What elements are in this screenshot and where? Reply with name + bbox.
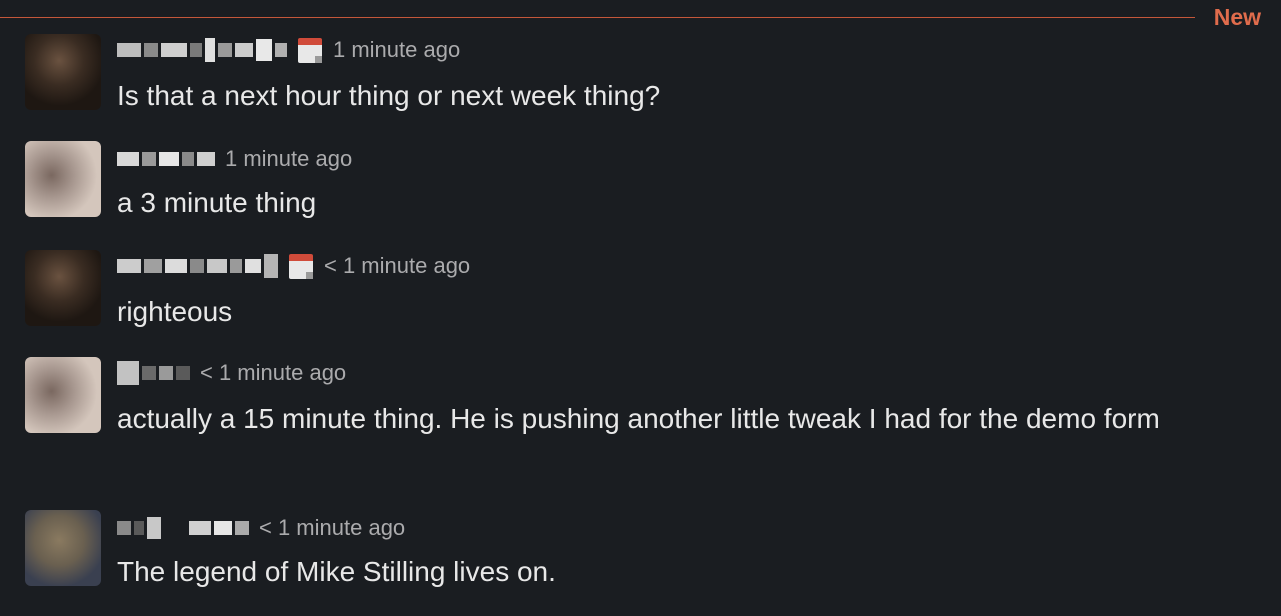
- avatar[interactable]: [25, 250, 101, 326]
- timestamp[interactable]: < 1 minute ago: [324, 253, 470, 279]
- message-header: 1 minute ago: [117, 34, 460, 66]
- avatar[interactable]: [25, 510, 101, 586]
- calendar-icon: [288, 252, 314, 280]
- sender-name-redacted[interactable]: [117, 254, 278, 278]
- sender-name-redacted[interactable]: [117, 361, 190, 385]
- message-item[interactable]: < 1 minute ago actually a 15 minute thin…: [25, 357, 1255, 487]
- avatar[interactable]: [25, 141, 101, 217]
- timestamp[interactable]: 1 minute ago: [225, 146, 352, 172]
- new-messages-label: New: [1213, 4, 1261, 30]
- message-item[interactable]: 1 minute ago Is that a next hour thing o…: [25, 34, 1255, 114]
- sender-name-redacted[interactable]: [117, 38, 287, 62]
- message-header: < 1 minute ago: [117, 357, 346, 389]
- message-text: a 3 minute thing: [117, 187, 317, 218]
- timestamp[interactable]: 1 minute ago: [333, 37, 460, 63]
- sender-name-redacted[interactable]: [117, 517, 249, 539]
- timestamp[interactable]: < 1 minute ago: [200, 360, 346, 386]
- message-item[interactable]: 1 minute ago a 3 minute thing: [25, 141, 1255, 221]
- timestamp[interactable]: < 1 minute ago: [259, 515, 405, 541]
- message-text: The legend of Mike Stilling lives on.: [117, 556, 556, 587]
- calendar-icon: [297, 36, 323, 64]
- message-item[interactable]: < 1 minute ago The legend of Mike Stilli…: [25, 510, 1255, 590]
- avatar[interactable]: [25, 357, 101, 433]
- message-header: 1 minute ago: [117, 143, 352, 175]
- message-text: righteous: [117, 296, 233, 327]
- new-messages-divider: [0, 17, 1195, 18]
- message-text: actually a 15 minute thing. He is pushin…: [117, 403, 1160, 434]
- message-header: < 1 minute ago: [117, 512, 405, 544]
- sender-name-redacted[interactable]: [117, 152, 215, 166]
- message-item[interactable]: < 1 minute ago righteous: [25, 250, 1255, 330]
- message-header: < 1 minute ago: [117, 250, 470, 282]
- avatar[interactable]: [25, 34, 101, 110]
- message-text: Is that a next hour thing or next week t…: [117, 80, 661, 111]
